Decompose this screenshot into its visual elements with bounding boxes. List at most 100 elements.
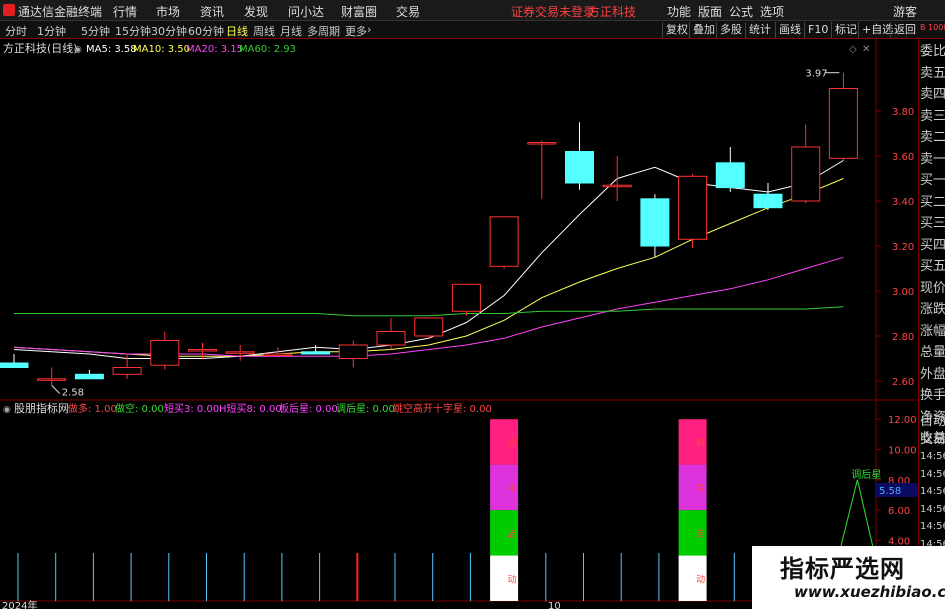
back-button[interactable]: 返回 xyxy=(890,22,919,38)
quote-field: 卖四 xyxy=(920,87,945,102)
period-30min[interactable]: 30分钟 xyxy=(151,23,187,39)
candle-body xyxy=(451,283,481,312)
quote-field: 外盘 xyxy=(920,366,945,382)
menu-options[interactable]: 选项 xyxy=(760,3,784,20)
period-multi[interactable]: 多周期 xyxy=(307,23,340,39)
menu-news[interactable]: 资讯 xyxy=(200,3,224,20)
sub-param: H短买8: 0.00 xyxy=(219,402,282,415)
candle[interactable] xyxy=(376,318,406,350)
quote-field: 卖五 xyxy=(920,65,945,81)
candle-body xyxy=(188,349,217,352)
stack-label: 动 xyxy=(508,574,517,585)
ma-line-ma20 xyxy=(13,256,844,357)
indicator-axis: 12.00 10.00 8.00 6.00 4.00 xyxy=(876,415,917,547)
sub-param: 短买3: 0.00 xyxy=(164,402,219,415)
price-tick: 3.80 xyxy=(892,107,914,118)
menu-trade[interactable]: 交易 xyxy=(396,3,420,20)
quote-field: 涨跌 xyxy=(920,302,945,317)
candle-body xyxy=(74,373,104,380)
candle[interactable] xyxy=(150,331,180,370)
price-tick: 2.80 xyxy=(892,332,914,343)
candle[interactable] xyxy=(0,354,29,368)
more-chevron-icon[interactable]: › xyxy=(367,23,371,36)
period-1min[interactable]: 1分钟 xyxy=(37,23,66,39)
candle-body xyxy=(640,198,670,247)
period-timeshare[interactable]: 分时 xyxy=(5,23,27,39)
sub-toggle-icon[interactable]: ◉ xyxy=(3,405,11,415)
candle-body xyxy=(376,331,406,346)
multi-stock-button[interactable]: 多股 xyxy=(716,22,745,38)
sub-param: 做多: 1.00 xyxy=(68,402,117,415)
quote-panel: B 1000 委比卖五卖四卖三卖二卖一买一买二买三买四买五现价涨跌涨幅总量外盘换… xyxy=(918,23,945,609)
candle-body xyxy=(602,184,632,188)
ma60-label: MA60: 2.93 xyxy=(239,44,296,55)
candle[interactable] xyxy=(489,216,519,269)
app-title: 通达信金融终端 xyxy=(18,5,103,19)
period-daily[interactable]: 日线 xyxy=(226,23,248,39)
period-toolbar: 分时 1分钟 5分钟 15分钟 30分钟 60分钟 日线 周线 月线 多周期 更… xyxy=(0,21,945,39)
candle[interactable] xyxy=(301,345,331,355)
low-label-line xyxy=(51,385,61,394)
login-notice[interactable]: 证券交易未登录 xyxy=(511,3,595,20)
statistics-button[interactable]: 统计 xyxy=(745,22,774,38)
candle[interactable] xyxy=(414,317,444,339)
guest-label[interactable]: 游客 xyxy=(893,3,917,20)
sub-param: 调后星: 0.00 xyxy=(336,403,395,415)
menu-market[interactable]: 市场 xyxy=(156,3,180,20)
watermark-title: 指标严选网 xyxy=(780,555,905,583)
mark-button[interactable]: 标记 xyxy=(831,22,860,38)
candle[interactable] xyxy=(37,367,67,386)
candle[interactable] xyxy=(225,345,255,361)
candle[interactable] xyxy=(828,72,858,161)
candle[interactable] xyxy=(527,140,557,199)
candle-body xyxy=(715,162,745,189)
period-more[interactable]: 更多 xyxy=(345,23,367,39)
stack-labels: 疯牛启动 疯牛启动 xyxy=(508,437,706,585)
period-weekly[interactable]: 周线 xyxy=(253,23,275,39)
overlay-button[interactable]: 叠加 xyxy=(689,22,718,38)
candle[interactable] xyxy=(715,147,745,192)
candle[interactable] xyxy=(678,174,708,249)
ma-toggle-icon[interactable]: ◉ xyxy=(74,45,82,55)
ma-line-ma60 xyxy=(14,306,844,317)
period-monthly[interactable]: 月线 xyxy=(280,23,302,39)
main-settings-icon[interactable]: ◇ xyxy=(849,44,857,55)
candle[interactable] xyxy=(753,183,783,210)
menu-ask[interactable]: 问小达 xyxy=(288,3,324,20)
candle-body xyxy=(112,367,142,375)
adjust-button[interactable]: 复权 xyxy=(662,22,691,38)
date-label-month: 10 xyxy=(548,601,561,609)
menu-function[interactable]: 功能 xyxy=(667,3,691,20)
candle[interactable] xyxy=(451,283,481,316)
menu-quotes[interactable]: 行情 xyxy=(113,3,137,20)
candle[interactable] xyxy=(640,194,670,258)
candle[interactable] xyxy=(565,122,594,190)
candle-body xyxy=(225,351,255,354)
period-60min[interactable]: 60分钟 xyxy=(188,23,224,39)
period-5min[interactable]: 5分钟 xyxy=(81,23,110,39)
candle[interactable] xyxy=(602,156,632,201)
watermark-url: www.xuezhibiao.com xyxy=(794,583,945,601)
menu-discover[interactable]: 发现 xyxy=(244,3,268,20)
candle[interactable] xyxy=(74,369,104,380)
candle[interactable] xyxy=(791,124,821,204)
watermark: 指标严选网 www.xuezhibiao.com xyxy=(752,546,945,609)
chart-area[interactable]: 方正科技(日线) ◉ MA5: 3.58 MA10: 3.50 MA20: 3.… xyxy=(0,39,918,609)
menu-fortune[interactable]: 财富圈 xyxy=(341,3,377,20)
price-tick: 3.20 xyxy=(892,242,914,253)
menu-layout[interactable]: 版面 xyxy=(698,3,722,20)
candle[interactable] xyxy=(263,347,293,357)
quote-field: 换手 xyxy=(920,388,945,403)
price-tick: 2.60 xyxy=(892,377,914,388)
main-close-icon[interactable]: ✕ xyxy=(862,44,870,55)
menu-formula[interactable]: 公式 xyxy=(729,3,753,20)
price-tick: 3.40 xyxy=(892,197,914,208)
candle-body xyxy=(150,340,180,366)
current-value: 5.58 xyxy=(879,486,901,497)
candle[interactable] xyxy=(338,340,368,368)
quote-field: 现价 xyxy=(920,280,945,296)
f10-button[interactable]: F10 xyxy=(804,22,831,38)
period-15min[interactable]: 15分钟 xyxy=(115,23,151,39)
candle-body xyxy=(414,317,444,337)
draw-button[interactable]: 画线 xyxy=(775,22,804,38)
